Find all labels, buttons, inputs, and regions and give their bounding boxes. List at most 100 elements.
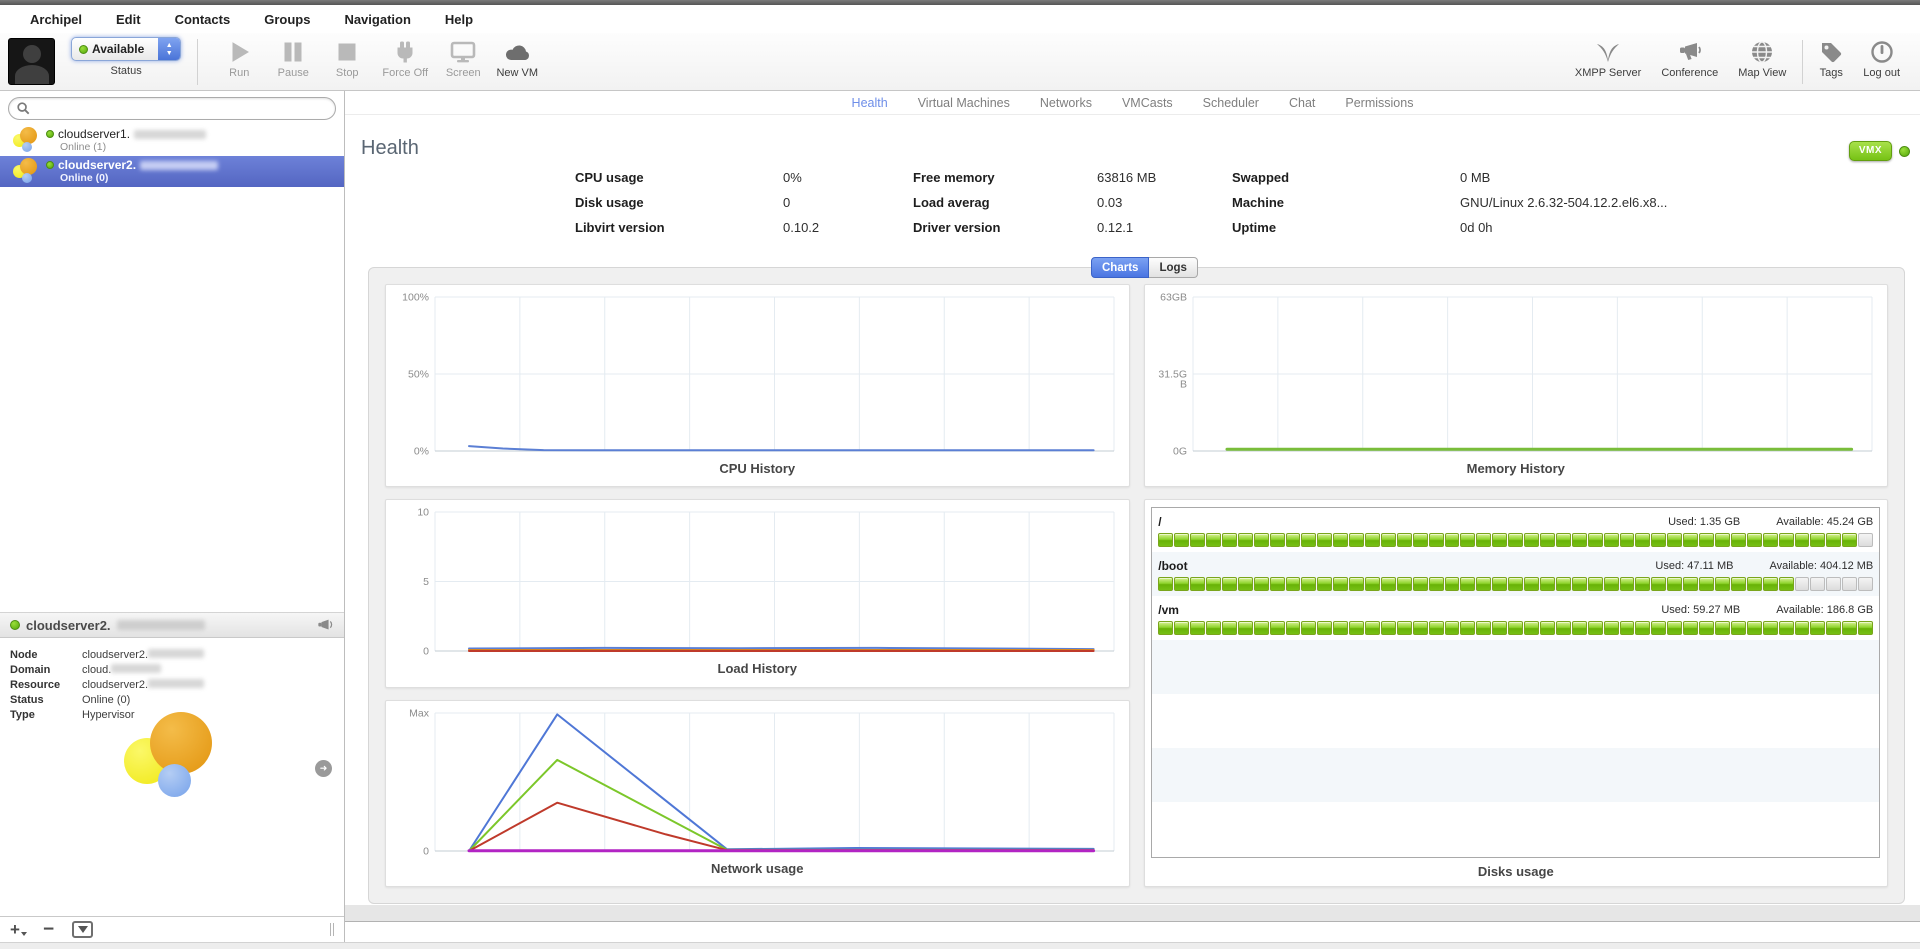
menu-navigation[interactable]: Navigation [344,12,410,27]
status-select[interactable]: Available ▲▼ [71,37,181,61]
disk-segment-filled [1604,577,1619,591]
stepper-icon[interactable]: ▲▼ [158,38,180,60]
search-field[interactable] [8,97,336,120]
disk-segment-filled [1174,577,1189,591]
tags-button[interactable]: Tags [1819,37,1843,79]
status-group: Available ▲▼ Status [71,37,181,77]
tab-permissions[interactable]: Permissions [1345,96,1413,110]
search-row [0,91,344,125]
disk-segment-filled [1731,577,1746,591]
charts-toggle-button[interactable]: Charts [1091,257,1149,278]
disk-segment-filled [1365,533,1380,547]
disk-segment-filled [1524,577,1539,591]
show-offline-toggle-button[interactable] [72,921,93,938]
menu-archipel[interactable]: Archipel [30,12,82,27]
triangle-down-icon [78,926,88,933]
screen-button[interactable]: Screen [438,37,488,79]
disk-segment-filled [1381,533,1396,547]
disk-segment-filled [1190,577,1205,591]
tab-virtual-machines[interactable]: Virtual Machines [918,96,1010,110]
stat-value: 0d 0h [1460,220,1790,235]
load-history-card: 1050 Load History [385,499,1130,687]
disk-segment-filled [1301,533,1316,547]
add-contact-button[interactable]: + [10,922,27,937]
roster-item-cloudserver2[interactable]: cloudserver2. Online (0) [0,156,344,187]
disk-segment-filled [1238,533,1253,547]
disk-segment-filled [1476,533,1491,547]
user-avatar[interactable] [8,38,55,85]
disk-segment-filled [1413,621,1428,635]
map-view-button[interactable]: Map View [1738,37,1786,79]
chat-notify-icon[interactable] [316,617,334,633]
disk-segment-filled [1476,621,1491,635]
disk-segment-filled [1349,621,1364,635]
stop-button[interactable]: Stop [322,37,372,79]
menu-contacts[interactable]: Contacts [175,12,231,27]
disk-segment-filled [1699,533,1714,547]
monitor-icon [450,37,476,67]
disk-segment-filled [1795,621,1810,635]
disk-segment-filled [1238,621,1253,635]
network-usage-chart: Max0 [387,701,1128,859]
disk-segment-filled [1317,533,1332,547]
roster-item-cloudserver1[interactable]: cloudserver1. Online (1) [0,125,344,156]
empty-row [1152,640,1879,694]
disk-segment-filled [1683,621,1698,635]
logs-toggle-button[interactable]: Logs [1149,257,1197,278]
disk-segment-filled [1460,577,1475,591]
presence-dot-icon [79,45,88,54]
stat-label: Driver version [913,220,1097,235]
disk-segment-empty [1810,577,1825,591]
tab-vmcasts[interactable]: VMCasts [1122,96,1173,110]
collapse-arrow-button[interactable]: ➜ [315,760,332,777]
avatar-silhouette [23,45,41,63]
page-title: Health [361,137,419,160]
tab-networks[interactable]: Networks [1040,96,1092,110]
remove-contact-button[interactable]: − [43,923,54,936]
disks-usage-card: / Used: 1.35 GB Available: 45.24 GB [1144,499,1889,887]
toolbar: Available ▲▼ Status Run Pause Stop [0,33,1920,91]
menu-edit[interactable]: Edit [116,12,141,27]
menu-help[interactable]: Help [445,12,473,27]
toolbar-divider [1802,40,1803,84]
svg-text:5: 5 [423,576,429,588]
disk-segment-filled [1810,621,1825,635]
force-off-button[interactable]: Force Off [376,37,434,79]
disk-segment-filled [1301,621,1316,635]
disk-used: Used: 59.27 MB [1661,604,1740,616]
disk-mount: / [1158,515,1161,529]
disk-segment-empty [1858,577,1873,591]
disk-segment-filled [1158,621,1173,635]
content-area: Health Virtual Machines Networks VMCasts… [345,91,1920,942]
tab-chat[interactable]: Chat [1289,96,1315,110]
disk-segment-filled [1651,621,1666,635]
disk-segment-filled [1206,533,1221,547]
disk-segment-filled [1429,533,1444,547]
tab-health[interactable]: Health [852,96,888,110]
health-stats: CPU usage 0% Free memory 63816 MB Swappe… [575,165,1790,240]
tab-scheduler[interactable]: Scheduler [1203,96,1259,110]
svg-text:63GB: 63GB [1160,292,1187,304]
redacted-domain [117,620,205,630]
disk-segment-filled [1842,621,1857,635]
presence-dot-icon [10,620,20,630]
disk-segment-filled [1301,577,1316,591]
charts-logs-toggle: Charts Logs [1091,257,1198,278]
pause-button[interactable]: Pause [268,37,318,79]
stat-label: Libvirt version [575,220,783,235]
disk-segment-filled [1667,621,1682,635]
run-button[interactable]: Run [214,37,264,79]
splitter-grip[interactable] [330,923,334,936]
menu-groups[interactable]: Groups [264,12,310,27]
charts-container: 100%50%0% CPU History 1050 Load History … [368,267,1905,904]
disk-segment-filled [1222,577,1237,591]
xmpp-server-button[interactable]: XMPP Server [1575,37,1641,79]
roster-list: cloudserver1. Online (1) cloudserver2. [0,125,344,187]
pause-icon [282,37,304,67]
disk-segment-filled [1763,577,1778,591]
search-input[interactable] [35,101,327,115]
disk-segment-filled [1190,533,1205,547]
new-vm-button[interactable]: New VM [492,37,542,79]
conference-button[interactable]: Conference [1661,37,1718,79]
log-out-button[interactable]: Log out [1863,37,1900,79]
